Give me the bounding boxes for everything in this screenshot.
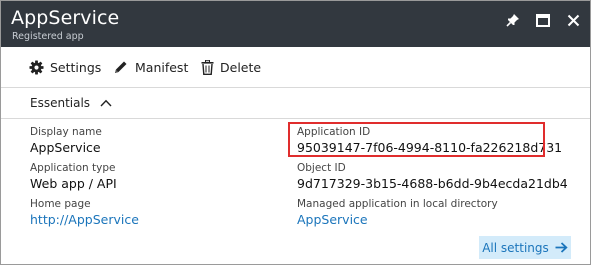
blade-subtitle: Registered app	[12, 31, 84, 42]
application-type-field: Application type Web app / API	[30, 162, 117, 192]
managed-app-label: Managed application in local directory	[297, 198, 498, 210]
maximize-icon	[536, 13, 550, 27]
trash-icon	[201, 59, 214, 75]
command-bar: Settings Manifest Delete	[1, 47, 590, 88]
managed-app-field: Managed application in local directory A…	[297, 198, 498, 228]
manifest-label: Manifest	[135, 59, 189, 75]
object-id-value[interactable]: 9d717329-3b15-4688-b6dd-9b4ecda21db4	[297, 175, 568, 192]
close-icon	[567, 14, 579, 26]
home-page-label: Home page	[30, 198, 91, 210]
delete-label: Delete	[220, 59, 262, 75]
delete-button[interactable]: Delete	[201, 58, 261, 76]
pin-icon	[506, 14, 519, 27]
pencil-icon	[115, 61, 127, 73]
application-id-highlight	[288, 122, 545, 157]
object-id-field: Object ID 9d717329-3b15-4688-b6dd-9b4ecd…	[297, 162, 568, 192]
managed-app-link[interactable]: AppService	[297, 211, 498, 228]
essentials-header: Essentials	[1, 88, 590, 119]
home-page-link[interactable]: http://AppService	[30, 211, 139, 228]
arrow-right-icon	[555, 242, 568, 253]
essentials-label: Essentials	[30, 96, 91, 110]
gear-icon	[29, 59, 44, 75]
app-blade: AppService Registered app Settings Manif…	[0, 0, 591, 265]
settings-button[interactable]: Settings	[29, 58, 101, 76]
blade-title: AppService	[11, 7, 120, 29]
display-name-value: AppService	[30, 140, 101, 155]
settings-label: Settings	[50, 59, 102, 75]
all-settings-label: All settings	[482, 240, 549, 255]
all-settings-button[interactable]: All settings	[479, 236, 571, 259]
essentials-toggle[interactable]: Essentials	[30, 96, 112, 110]
display-name-label: Display name	[30, 126, 102, 138]
chevron-up-icon	[100, 99, 112, 107]
object-id-label: Object ID	[297, 162, 346, 174]
pin-button[interactable]	[503, 11, 523, 29]
maximize-button[interactable]	[533, 11, 553, 29]
close-button[interactable]	[563, 11, 583, 29]
application-type-label: Application type	[30, 162, 116, 174]
home-page-field: Home page http://AppService	[30, 198, 139, 228]
display-name-field: Display name AppService	[30, 126, 102, 156]
application-type-value: Web app / API	[30, 176, 117, 191]
manifest-button[interactable]: Manifest	[113, 58, 188, 76]
title-bar: AppService Registered app	[1, 1, 590, 47]
